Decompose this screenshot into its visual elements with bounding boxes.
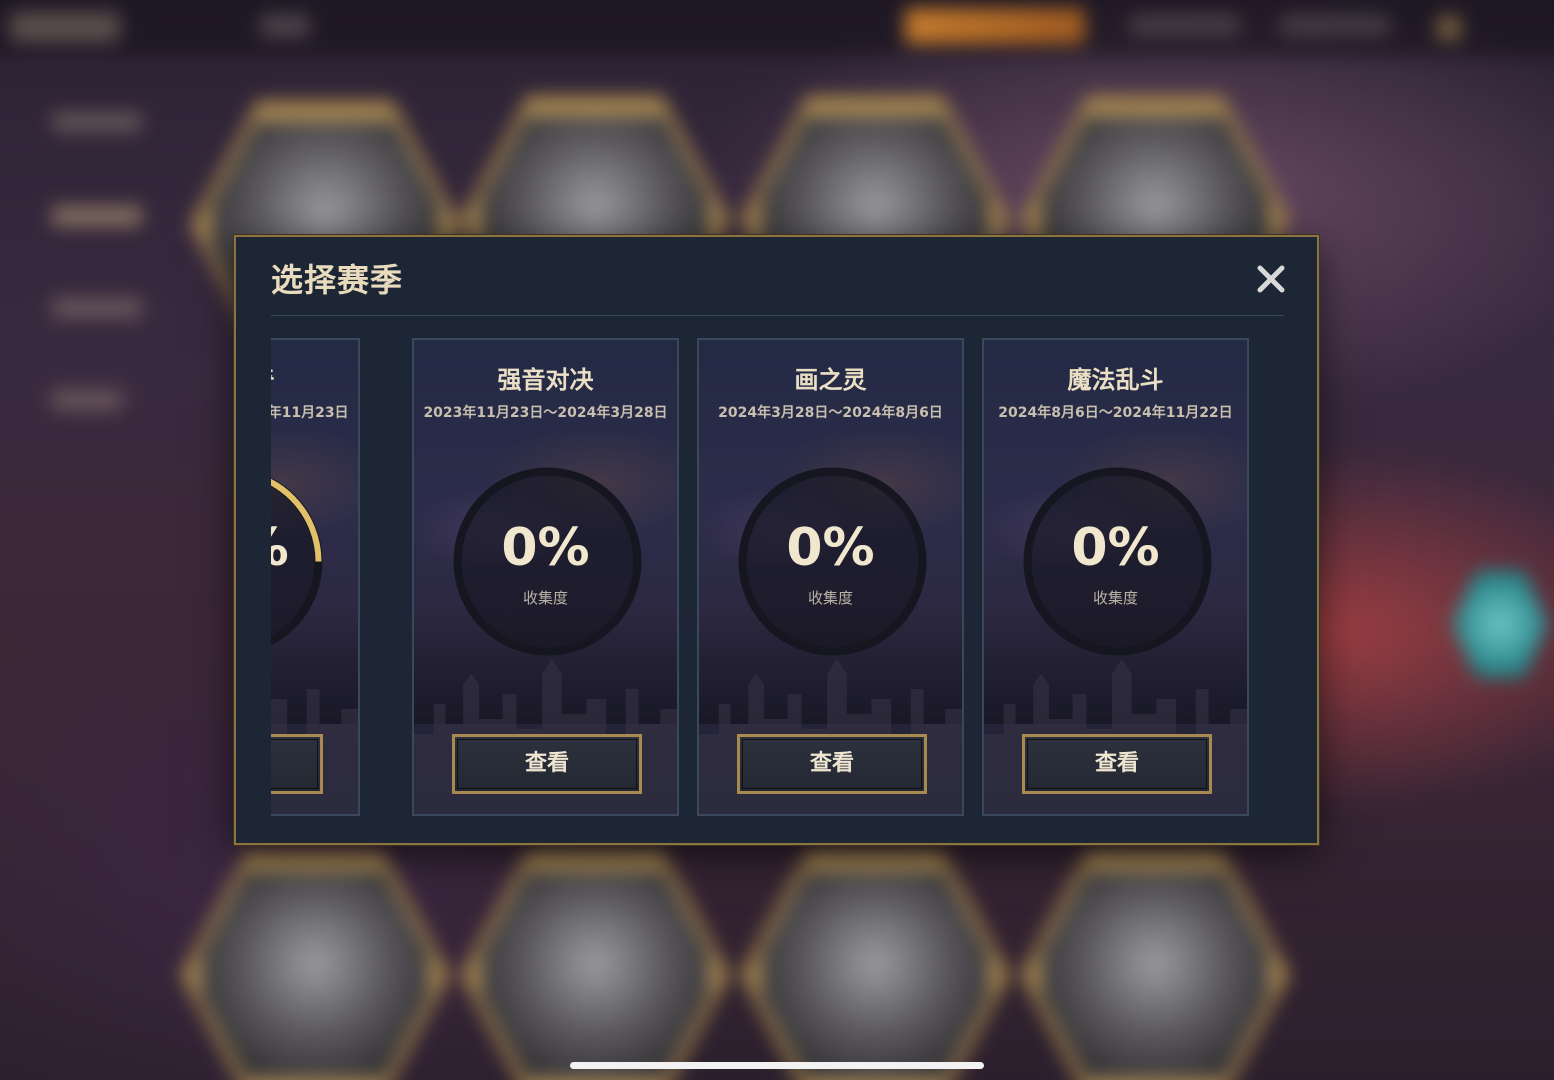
background-orange-button bbox=[905, 8, 1085, 44]
background-rank-badge bbox=[1452, 570, 1548, 678]
dialog-divider bbox=[271, 315, 1284, 316]
season-carousel[interactable]: 大陆传奇 2023年8月10日～2023年11月23日 25% 收集度查看 强音对决 20… bbox=[271, 338, 1286, 818]
view-button-label: 查看 bbox=[524, 751, 569, 776]
season-card[interactable]: 强音对决 2023年11月23日～2024年3月28日 0% 收集度查看 bbox=[412, 338, 679, 816]
view-button-label: 查看 bbox=[1094, 751, 1139, 776]
season-date-range: 2023年11月23日～2024年3月28日 bbox=[423, 405, 668, 421]
collection-percent: 0% bbox=[501, 518, 590, 578]
view-season-button[interactable]: 查看 bbox=[452, 734, 642, 794]
collection-percent: 0% bbox=[1071, 518, 1160, 578]
background-sidebar-item bbox=[52, 390, 122, 410]
view-button-label: 查看 bbox=[809, 751, 854, 776]
dialog-title: 选择赛季 bbox=[271, 261, 404, 299]
season-card[interactable]: 画之灵 2024年3月28日～2024年8月6日 0% 收集度查看 bbox=[697, 338, 964, 816]
view-season-button[interactable]: 查看 bbox=[737, 734, 927, 794]
close-icon bbox=[1257, 265, 1285, 293]
background-nav-item bbox=[260, 14, 310, 38]
collection-label: 收集度 bbox=[807, 589, 853, 607]
season-card[interactable]: 大陆传奇 2023年8月10日～2023年11月23日 25% 收集度查看 bbox=[271, 338, 360, 816]
view-season-button[interactable]: 查看 bbox=[1022, 734, 1212, 794]
home-indicator[interactable] bbox=[570, 1062, 984, 1069]
background-nav-item bbox=[1280, 14, 1390, 36]
background-coin-icon bbox=[1435, 14, 1463, 42]
season-title: 画之灵 bbox=[794, 366, 867, 394]
view-season-button[interactable]: 查看 bbox=[271, 734, 323, 794]
season-date-range: 2024年3月28日～2024年8月6日 bbox=[718, 405, 943, 421]
background-sidebar-item bbox=[52, 112, 142, 132]
close-button[interactable] bbox=[1249, 257, 1293, 301]
season-date-range: 2023年8月10日～2023年11月23日 bbox=[271, 405, 349, 421]
season-date-range: 2024年8月6日～2024年11月22日 bbox=[998, 405, 1233, 421]
app-screen: 选择赛季 大陆传奇2023年8月10日～2023年11月23日25%收集度查看强… bbox=[0, 0, 1554, 1080]
collection-percent: 0% bbox=[786, 518, 875, 578]
season-title: 大陆传奇 bbox=[271, 360, 358, 395]
background-nav-item bbox=[1130, 14, 1240, 36]
select-season-dialog: 选择赛季 大陆传奇2023年8月10日～2023年11月23日25%收集度查看强… bbox=[234, 235, 1319, 845]
collection-label: 收集度 bbox=[522, 589, 568, 607]
background-sidebar-item bbox=[52, 298, 142, 318]
season-title: 强音对决 bbox=[497, 366, 594, 394]
collection-label: 收集度 bbox=[1092, 589, 1138, 607]
background-sidebar-item bbox=[52, 206, 142, 226]
season-title: 魔法乱斗 bbox=[1067, 366, 1164, 394]
collection-label: 收集度 bbox=[271, 587, 358, 608]
collection-percent: 25% bbox=[271, 518, 358, 578]
season-card[interactable]: 魔法乱斗 2024年8月6日～2024年11月22日 0% 收集度查看 bbox=[982, 338, 1249, 816]
background-logo bbox=[10, 12, 120, 42]
